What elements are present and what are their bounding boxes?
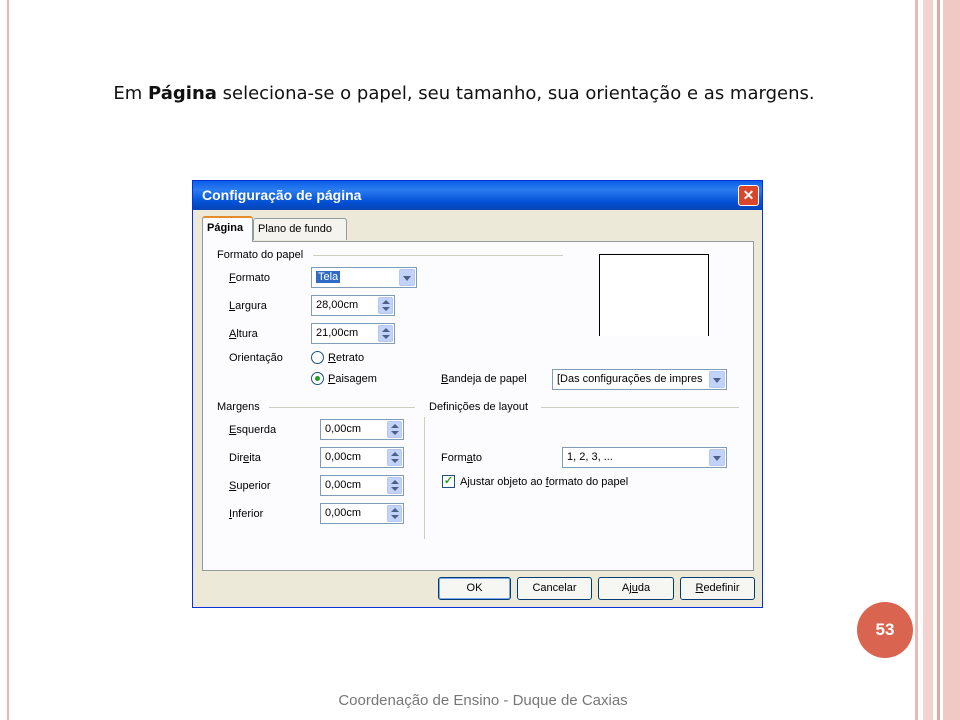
- paper-format-select[interactable]: Tela: [311, 267, 417, 288]
- chevron-down-icon[interactable]: [709, 449, 725, 466]
- section-vertical-divider: [424, 417, 425, 539]
- chevron-down-icon[interactable]: [399, 269, 415, 286]
- width-label-rest: argura: [235, 300, 267, 312]
- margin-right-pre: Dir: [229, 452, 244, 464]
- spin-arrows-icon[interactable]: [378, 325, 393, 342]
- fit-object-pre: Ajustar objeto ao: [460, 476, 546, 488]
- format-label: Formato: [229, 272, 270, 284]
- margin-right-rest: ita: [249, 452, 261, 464]
- layout-format-select[interactable]: 1, 2, 3, ...: [562, 447, 727, 468]
- margin-right-label: Direita: [229, 452, 261, 464]
- width-stepper[interactable]: 28,00cm: [311, 295, 395, 316]
- fit-object-rest: ormato do papel: [548, 476, 629, 488]
- spin-arrows-icon[interactable]: [387, 505, 402, 522]
- height-label: Altura: [229, 328, 258, 340]
- portrait-label-mnemonic: R: [328, 352, 336, 364]
- tab-label: Página: [207, 222, 244, 234]
- paper-format-value: Tela: [316, 271, 341, 283]
- help-button[interactable]: Ajuda: [598, 577, 674, 600]
- orientation-landscape-radio[interactable]: [311, 372, 324, 385]
- landscape-label-rest: aisagem: [335, 373, 377, 385]
- paper-format-group-label: Formato do papel: [217, 249, 304, 261]
- portrait-label: Retrato: [328, 352, 364, 364]
- height-label-rest: ltura: [236, 328, 258, 340]
- portrait-label-rest: etrato: [335, 352, 365, 364]
- reset-label-rest: edefinir: [703, 582, 740, 594]
- orientation-portrait-radio[interactable]: [311, 351, 324, 364]
- right-decorative-stripes: [915, 0, 960, 720]
- help-label-rest: da: [637, 582, 651, 594]
- paper-tray-label-rest: andeja de papel: [448, 373, 527, 385]
- height-stepper[interactable]: 21,00cm: [311, 323, 395, 344]
- close-icon: ✕: [742, 187, 755, 203]
- margin-left-rest: squerda: [236, 424, 277, 436]
- format-label-rest: ormato: [235, 272, 270, 284]
- chevron-down-icon[interactable]: [709, 371, 725, 388]
- layout-group-label: Definições de layout: [429, 401, 529, 413]
- caption-text-bold: Página: [148, 83, 217, 104]
- spin-arrows-icon[interactable]: [387, 449, 402, 466]
- paper-tray-select[interactable]: [Das configurações de impres: [552, 369, 727, 390]
- margin-top-stepper[interactable]: 0,00cm: [320, 475, 404, 496]
- spin-arrows-icon[interactable]: [387, 421, 402, 438]
- format-label-mnemonic: F: [229, 272, 236, 284]
- margin-top-label: Superior: [229, 480, 271, 492]
- tab-label: Plano de fundo: [258, 223, 333, 235]
- cancel-button[interactable]: Cancelar: [517, 577, 592, 600]
- ok-button[interactable]: OK: [438, 577, 511, 600]
- width-label: Largura: [229, 300, 267, 312]
- slide-footer: Coordenação de Ensino - Duque de Caxias: [338, 692, 628, 709]
- layout-format-rest: to: [472, 452, 482, 464]
- dialog-titlebar: Configuração de página: [193, 181, 762, 210]
- page-preview: [599, 254, 709, 336]
- margin-right-value: 0,00cm: [325, 451, 362, 463]
- margin-bottom-stepper[interactable]: 0,00cm: [320, 503, 404, 524]
- orientation-label: Orientação: [229, 352, 283, 364]
- margin-top-value: 0,00cm: [325, 479, 362, 491]
- paper-format-divider: [313, 255, 563, 256]
- fit-object-checkbox[interactable]: ✓: [442, 475, 455, 488]
- tab-pagina[interactable]: Página: [202, 216, 253, 242]
- layout-format-value: 1, 2, 3, ...: [567, 451, 613, 463]
- margin-left-label: Esquerda: [229, 424, 276, 436]
- margin-left-value: 0,00cm: [325, 423, 362, 435]
- margin-left-stepper[interactable]: 0,00cm: [320, 419, 404, 440]
- paper-tray-value: [Das configurações de impres: [557, 373, 703, 385]
- slide-caption: Em Página seleciona-se o papel, seu tama…: [0, 83, 928, 104]
- ok-button-label: OK: [466, 582, 483, 594]
- paper-tray-label: Bandeja de papel: [441, 373, 527, 385]
- help-label-pre: Aj: [621, 582, 632, 594]
- layout-divider: [541, 407, 739, 408]
- page-number: 53: [875, 620, 895, 639]
- cancel-button-label: Cancelar: [532, 582, 577, 594]
- margin-bottom-value: 0,00cm: [325, 507, 362, 519]
- margins-group-label: Margens: [217, 401, 260, 413]
- fit-object-label: Ajustar objeto ao formato do papel: [460, 476, 628, 488]
- margin-top-rest: uperior: [236, 480, 271, 492]
- margin-bottom-label: Inferior: [229, 508, 263, 520]
- caption-text-post: seleciona-se o papel, seu tamanho, sua o…: [216, 83, 815, 104]
- margin-right-stepper[interactable]: 0,00cm: [320, 447, 404, 468]
- width-value: 28,00cm: [316, 299, 359, 311]
- margins-divider: [269, 407, 415, 408]
- height-value: 21,00cm: [316, 327, 359, 339]
- tab-plano-de-fundo[interactable]: Plano de fundo: [253, 218, 347, 240]
- reset-button[interactable]: Redefinir: [680, 577, 755, 600]
- caption-text-pre: Em: [113, 83, 149, 104]
- left-decorative-rule: [7, 0, 9, 720]
- spin-arrows-icon[interactable]: [378, 297, 393, 314]
- page-setup-dialog: Configuração de página ✕ Página Plano de…: [192, 180, 763, 608]
- close-button[interactable]: ✕: [738, 185, 759, 206]
- layout-format-pre: Form: [441, 452, 467, 464]
- layout-format-label: Formato: [441, 452, 482, 464]
- spin-arrows-icon[interactable]: [387, 477, 402, 494]
- page-number-badge: 53: [857, 602, 913, 658]
- margin-bottom-rest: nferior: [232, 508, 264, 520]
- landscape-label: Paisagem: [328, 373, 377, 385]
- dialog-title: Configuração de página: [202, 187, 362, 203]
